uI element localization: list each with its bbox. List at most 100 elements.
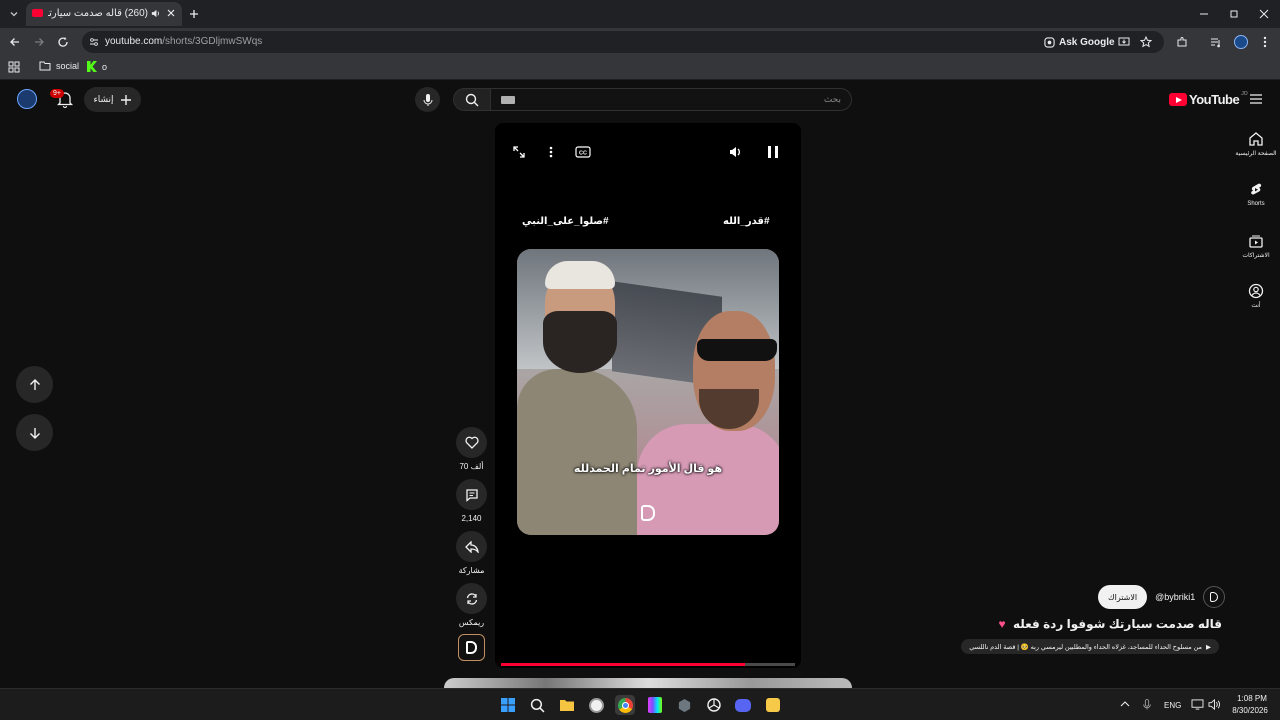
file-explorer-icon[interactable] xyxy=(557,695,577,715)
progress-bar-fill xyxy=(501,663,746,666)
bookmark-star-icon[interactable] xyxy=(1140,36,1152,48)
mic-tray-icon[interactable] xyxy=(1142,698,1152,711)
audio-thumbnail[interactable] xyxy=(458,634,485,661)
video-person-left-beard xyxy=(543,311,617,373)
site-info-icon[interactable] xyxy=(88,36,100,48)
discord-icon[interactable] xyxy=(733,695,753,715)
app-stripes-icon[interactable] xyxy=(645,695,665,715)
share-label: مشاركة xyxy=(458,566,485,575)
hashtag-right[interactable]: #قدر_الله xyxy=(723,216,770,227)
speaker-icon[interactable] xyxy=(1208,699,1221,710)
sidebar-item-subscriptions[interactable]: الاشتراكات xyxy=(1234,233,1278,259)
bookmarks-bar: social o xyxy=(0,56,1280,80)
captions-icon[interactable]: CC xyxy=(572,141,594,163)
new-tab-plus-icon[interactable] xyxy=(184,4,204,24)
microphone-icon xyxy=(423,93,432,106)
plus-icon xyxy=(120,94,131,105)
channel-logo-icon xyxy=(466,641,477,654)
volume-icon[interactable] xyxy=(724,141,746,163)
browser-toolbar: youtube.com/shorts/3GDljmwSWqs Ask Googl… xyxy=(0,28,1280,56)
search-button[interactable] xyxy=(453,88,491,111)
bookmark-o[interactable]: o xyxy=(87,61,107,72)
keyboard-icon[interactable] xyxy=(501,96,515,104)
app-badge-icon[interactable] xyxy=(763,695,783,715)
channel-row: الاشتراك @bybriki1 xyxy=(1098,584,1226,610)
apps-grid-icon[interactable] xyxy=(8,61,20,73)
app-circle-icon[interactable] xyxy=(586,695,606,715)
forward-arrow-icon[interactable] xyxy=(29,32,49,52)
progress-bar[interactable] xyxy=(501,663,795,666)
guide-menu-icon[interactable] xyxy=(1249,93,1263,105)
channel-avatar[interactable] xyxy=(1203,586,1226,608)
clock-date[interactable]: 8/30/2026 xyxy=(1226,706,1274,715)
tab-search-chevron-icon[interactable] xyxy=(4,4,24,24)
sidebar-item-label: أنت xyxy=(1251,303,1261,309)
bookmark-social[interactable]: social xyxy=(39,61,79,71)
back-arrow-icon[interactable] xyxy=(5,32,25,52)
music-pill[interactable]: ▶ من مسلوح الحداء للمساجد، غزلاه الحداء … xyxy=(961,639,1219,654)
heart-icon xyxy=(464,436,479,449)
browser-tab-active[interactable]: (260) قاله صدمت سيارتك شو xyxy=(26,2,182,26)
fullscreen-icon[interactable] xyxy=(508,141,530,163)
restore-icon[interactable] xyxy=(1224,4,1244,24)
chrome-icon[interactable] xyxy=(615,695,635,715)
video-person-right-body xyxy=(637,424,779,535)
remix-button[interactable]: ريمكس xyxy=(455,583,488,627)
arrow-down-icon xyxy=(29,427,40,439)
channel-handle[interactable]: @bybriki1 xyxy=(1155,592,1195,602)
minimize-icon[interactable] xyxy=(1194,4,1214,24)
youtube-logo-text: YouTube xyxy=(1189,92,1240,107)
extensions-puzzle-icon[interactable] xyxy=(1172,32,1192,52)
video-person-left-body xyxy=(517,369,637,535)
search-input[interactable]: بحث xyxy=(490,88,852,111)
next-short-preview[interactable] xyxy=(444,678,852,688)
video-frame[interactable]: هو قال الأمور تمام الحمدلله xyxy=(517,249,779,535)
youtube-logo[interactable]: YouTube JO xyxy=(1169,91,1248,107)
create-button[interactable]: إنشاء xyxy=(84,87,141,112)
youtube-shorts-page: 9+ إنشاء بحث YouTube JO الصفحة الرئيسية … xyxy=(0,81,1280,688)
share-button[interactable]: مشاركة xyxy=(455,531,488,575)
window-close-icon[interactable] xyxy=(1254,4,1274,24)
network-icon[interactable] xyxy=(1191,699,1204,710)
shorts-player[interactable]: CC #صلوا_على_النبي #قدر_الله هو قال الأم… xyxy=(495,123,801,668)
url-text: youtube.com/shorts/3GDljmwSWqs xyxy=(105,36,262,47)
heart-emoji-icon: ♥ xyxy=(998,617,1006,631)
hashtag-left[interactable]: #صلوا_على_النبي xyxy=(522,216,609,227)
voice-search-button[interactable] xyxy=(415,87,440,112)
tab-audio-icon[interactable] xyxy=(150,8,161,19)
clock-time[interactable]: 1:08 PM xyxy=(1230,694,1274,703)
browser-tab-bar: (260) قاله صدمت سيارتك شو xyxy=(0,0,1280,28)
search-icon xyxy=(465,93,479,107)
bookmark-social-label: social xyxy=(56,61,80,71)
previous-short-button[interactable] xyxy=(16,366,53,403)
reload-icon[interactable] xyxy=(53,32,73,52)
install-app-icon[interactable] xyxy=(1118,36,1130,48)
next-short-button[interactable] xyxy=(16,414,53,451)
url-host: youtube.com xyxy=(105,36,163,47)
pause-icon[interactable] xyxy=(762,141,784,163)
hidden-icons-chevron-icon[interactable] xyxy=(1120,700,1130,708)
app-cube-icon[interactable] xyxy=(674,695,694,715)
sidebar-item-you[interactable]: أنت xyxy=(1234,283,1278,309)
more-options-icon[interactable] xyxy=(540,141,562,163)
comments-button[interactable]: 2,140 xyxy=(455,479,488,523)
shorts-icon xyxy=(1251,183,1262,195)
profile-avatar-icon[interactable] xyxy=(1231,32,1251,52)
sidebar-item-home[interactable]: الصفحة الرئيسية xyxy=(1234,131,1278,157)
windows-start-icon[interactable] xyxy=(498,695,518,715)
subscribe-button[interactable]: الاشتراك xyxy=(1098,585,1148,609)
bookmark-o-label: o xyxy=(102,61,108,72)
channel-logo-icon xyxy=(1210,592,1219,602)
media-controls-icon[interactable] xyxy=(1206,32,1226,52)
browser-menu-icon[interactable] xyxy=(1255,32,1275,52)
taskbar-search-icon[interactable] xyxy=(527,695,547,715)
tab-close-icon[interactable] xyxy=(166,8,176,18)
account-avatar[interactable] xyxy=(17,89,37,109)
input-language[interactable]: ENG xyxy=(1164,701,1181,710)
search-placeholder: بحث xyxy=(823,94,841,104)
like-button[interactable]: 70 ألف xyxy=(455,427,488,471)
sidebar-item-shorts[interactable]: Shorts xyxy=(1234,182,1278,207)
ask-google-button[interactable]: Ask Google xyxy=(1044,34,1115,50)
chatgpt-icon[interactable] xyxy=(704,695,724,715)
address-bar[interactable]: youtube.com/shorts/3GDljmwSWqs Ask Googl… xyxy=(82,31,1164,53)
